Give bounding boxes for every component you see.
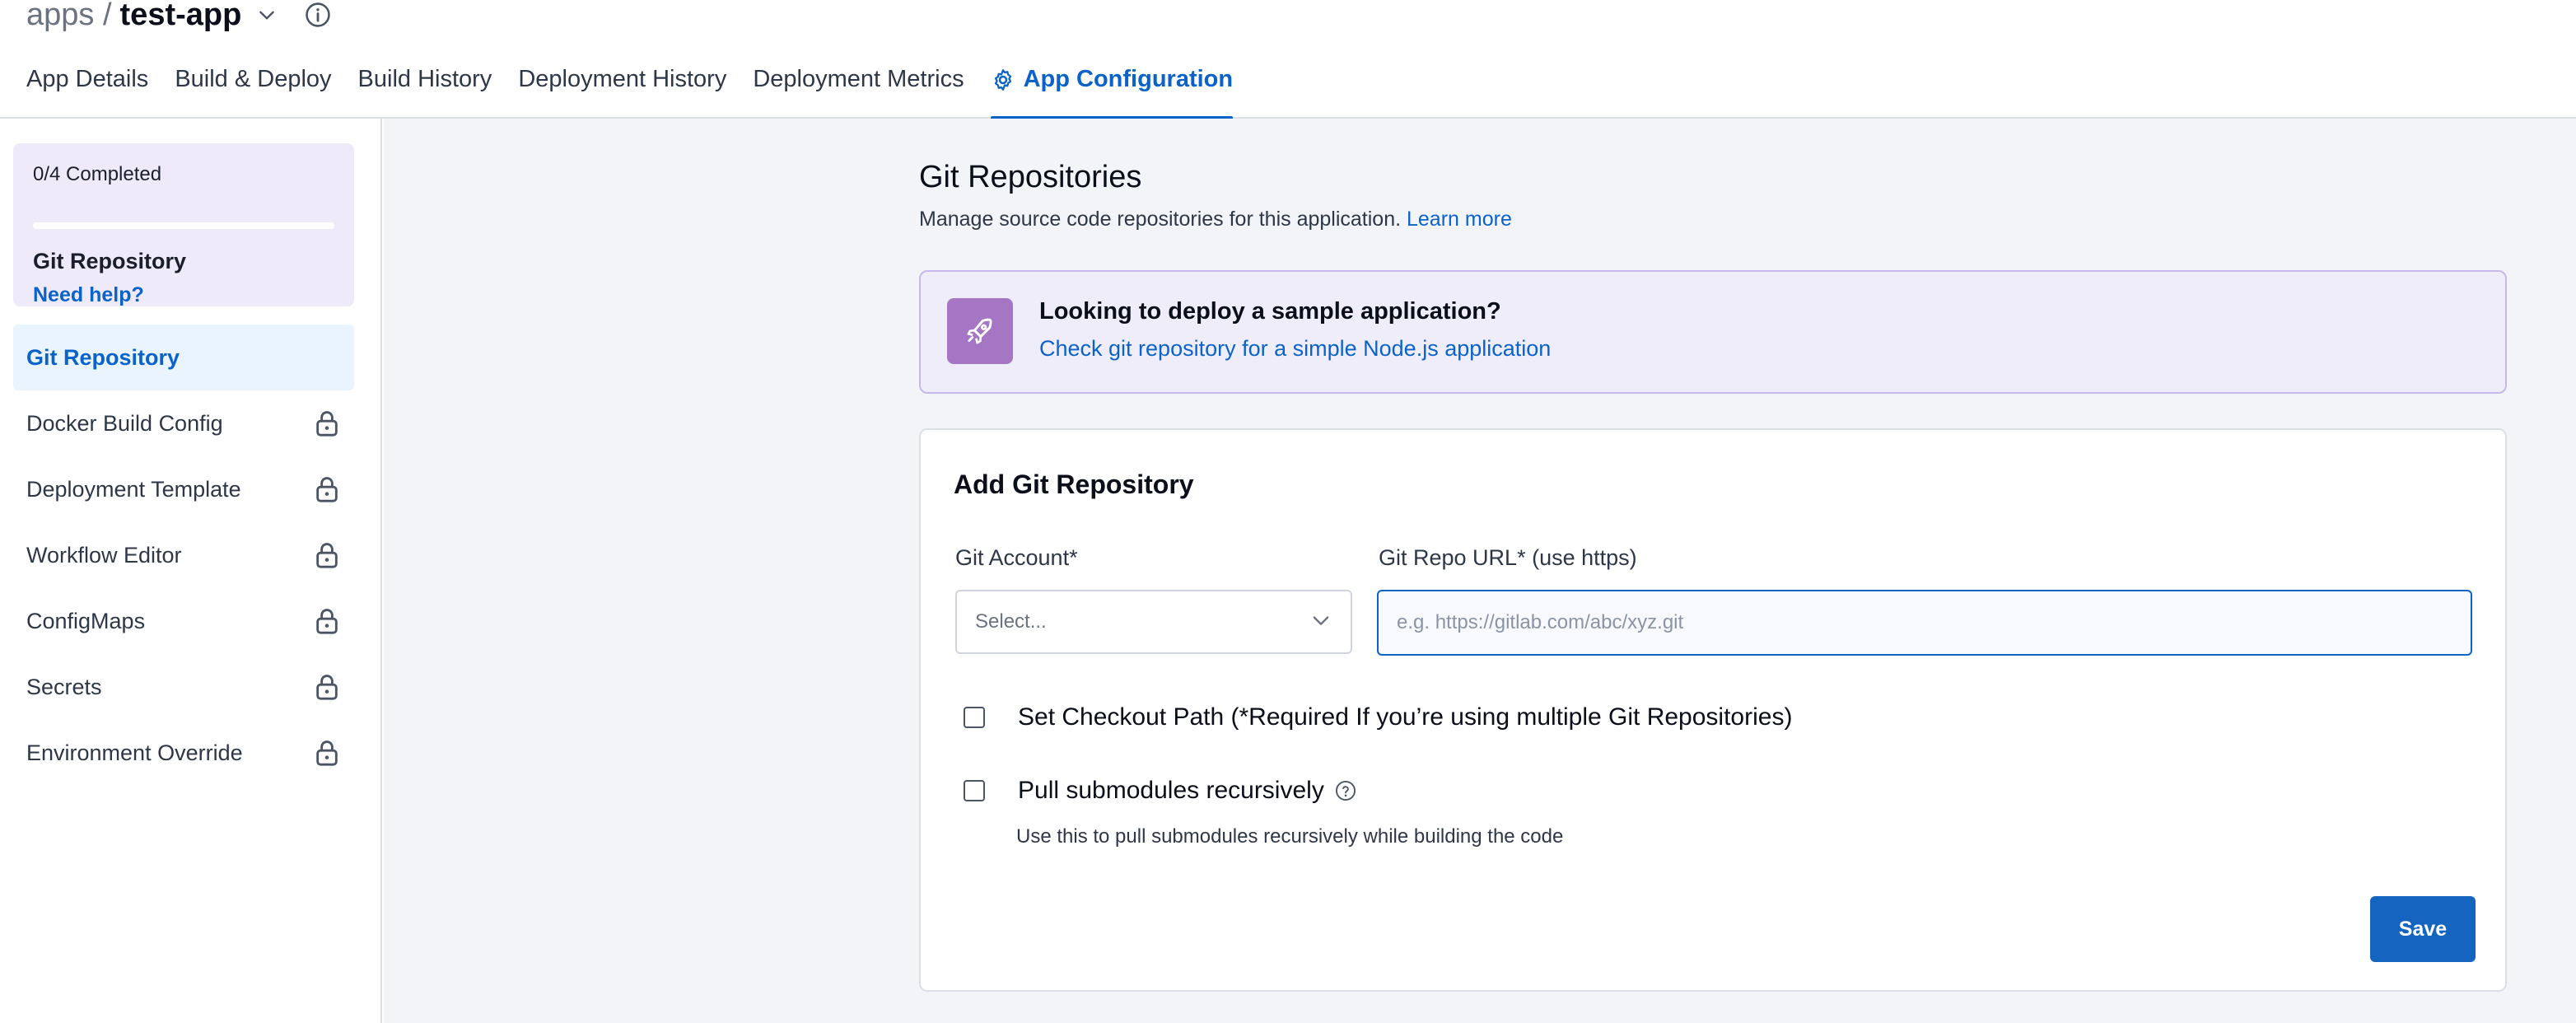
pull-submodules-hint: Use this to pull submodules recursively … <box>1016 825 1564 848</box>
lock-icon <box>315 673 339 701</box>
tab-build-history[interactable]: Build History <box>345 59 506 119</box>
git-account-select-value: Select... <box>975 610 1047 633</box>
sidebar-item-workflow-editor[interactable]: Workflow Editor <box>13 522 354 588</box>
sidebar-item-deployment-template[interactable]: Deployment Template <box>13 456 354 522</box>
sidebar-item-secrets[interactable]: Secrets <box>13 654 354 720</box>
rocket-icon <box>947 298 1013 364</box>
lock-icon <box>315 409 339 437</box>
need-help-link[interactable]: Need help? <box>33 283 144 307</box>
save-button[interactable]: Save <box>2370 896 2476 962</box>
progress-bar <box>33 222 334 229</box>
lock-icon <box>315 475 339 503</box>
git-repo-url-input[interactable] <box>1377 590 2472 656</box>
git-account-select[interactable]: Select... <box>955 590 1352 654</box>
learn-more-link[interactable]: Learn more <box>1407 208 1512 231</box>
banner-title: Looking to deploy a sample application? <box>1039 298 1501 325</box>
tab-app-configuration[interactable]: App Configuration <box>978 59 1247 120</box>
page-description: Manage source code repositories for this… <box>919 208 1512 231</box>
sidebar-item-docker-build-config[interactable]: Docker Build Config <box>13 390 354 456</box>
breadcrumb-app-name: test-app <box>119 0 242 32</box>
progress-label: 0/4 Completed <box>33 163 162 185</box>
breadcrumb-apps[interactable]: apps / <box>26 0 112 33</box>
question-circle-icon[interactable] <box>1334 779 1357 802</box>
progress-current-step: Git Repository <box>33 249 187 273</box>
main-content: Git Repositories Manage source code repo… <box>384 119 2576 1023</box>
app-header: apps / test-app App Details Build & Depl… <box>0 0 2576 120</box>
tab-deployment-metrics[interactable]: Deployment Metrics <box>740 59 977 119</box>
tab-build-deploy[interactable]: Build & Deploy <box>161 59 344 119</box>
sidebar-item-git-repository[interactable]: Git Repository <box>13 325 354 390</box>
form-title: Add Git Repository <box>954 469 1194 499</box>
config-sidebar: 0/4 Completed Git Repository Need help? … <box>0 119 382 1023</box>
lock-icon <box>315 739 339 767</box>
git-account-label: Git Account* <box>955 545 1078 570</box>
checkout-path-checkbox[interactable] <box>964 707 985 728</box>
checkout-path-label: Set Checkout Path (*Required If you’re u… <box>1018 703 1793 731</box>
chevron-down-icon[interactable] <box>256 4 278 26</box>
checkout-path-option[interactable]: Set Checkout Path (*Required If you’re u… <box>964 703 1792 731</box>
progress-card: 0/4 Completed Git Repository Need help? <box>13 143 354 306</box>
app-tabs: App Details Build & Deploy Build History… <box>0 59 1247 120</box>
sample-repo-link[interactable]: Check git repository for a simple Node.j… <box>1039 336 1551 362</box>
tab-deployment-history[interactable]: Deployment History <box>505 59 740 119</box>
add-git-repository-card: Add Git Repository Git Account* Select..… <box>919 428 2507 992</box>
page-description-text: Manage source code repositories for this… <box>919 208 1402 231</box>
breadcrumb: apps / test-app <box>26 0 332 35</box>
pull-submodules-option[interactable]: Pull submodules recursively <box>964 777 1357 805</box>
pull-submodules-checkbox[interactable] <box>964 780 985 801</box>
lock-icon <box>315 607 339 635</box>
sample-app-banner: Looking to deploy a sample application? … <box>919 270 2507 394</box>
sidebar-item-environment-override[interactable]: Environment Override <box>13 720 354 786</box>
git-repo-url-label: Git Repo URL* (use https) <box>1379 545 1637 570</box>
page-title: Git Repositories <box>919 160 1142 194</box>
info-icon[interactable] <box>304 1 332 29</box>
chevron-down-icon <box>1309 609 1332 636</box>
lock-icon <box>315 541 339 569</box>
gear-icon <box>991 68 1015 99</box>
sidebar-item-configmaps[interactable]: ConfigMaps <box>13 588 354 654</box>
pull-submodules-label: Pull submodules recursively <box>1018 777 1324 804</box>
tab-app-details[interactable]: App Details <box>0 59 161 119</box>
